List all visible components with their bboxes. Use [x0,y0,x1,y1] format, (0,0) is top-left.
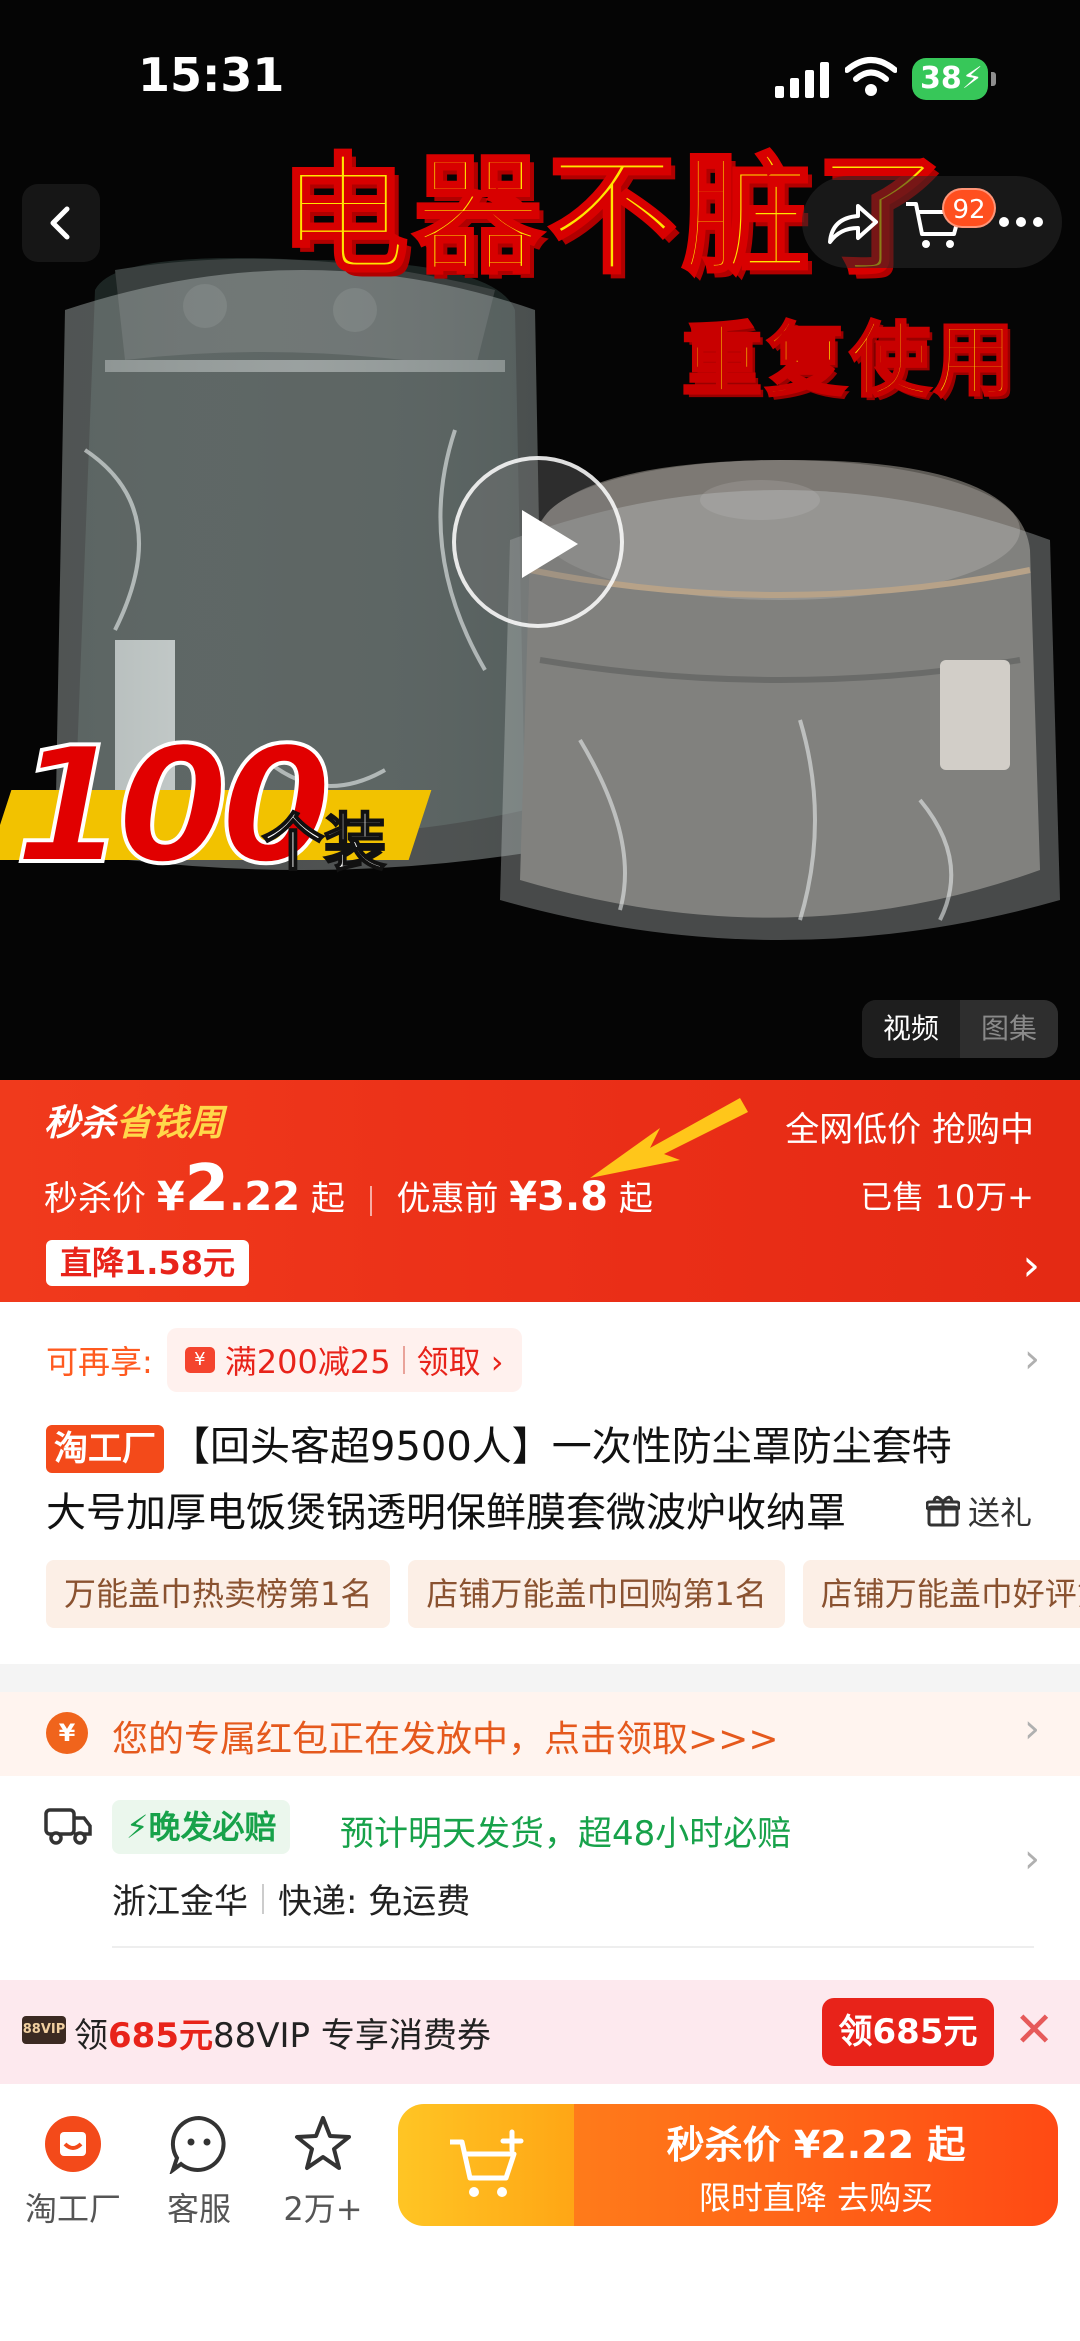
flash-tagline: 全网低价 抢购中 [785,1110,1034,1150]
chevron-right-icon[interactable]: › [1024,1336,1040,1382]
tab-video[interactable]: 视频 [862,1000,960,1058]
top-action-group: 92 [802,176,1062,268]
cellular-signal-icon [775,62,829,98]
customer-service-button[interactable]: 客服 [134,2114,264,2230]
coupon-claim[interactable]: 领取 › [417,1337,504,1383]
gift-icon [925,1495,960,1527]
tab-gallery[interactable]: 图集 [960,1000,1058,1058]
share-icon[interactable] [824,198,880,248]
chat-icon [169,2115,226,2176]
coupon-chip[interactable]: ¥ 满200减25 领取 › [166,1328,522,1392]
ranking-chips: 万能盖巾热卖榜第1名店铺万能盖巾回购第1名店铺万能盖巾好评第1名 [46,1560,1080,1628]
coupon-label: 可再享: [46,1343,153,1381]
shipping-section[interactable]: ⚡晚发必赔 预计明天发货，超48小时必赔 浙江金华 快递: 免运费 › [0,1776,1080,1986]
coupon-offer: 满200减25 [224,1343,391,1381]
buy-main[interactable]: 秒杀价 ¥2.22 起 限时直降 去购买 [574,2104,1058,2226]
hero-subline: 重复使用 [681,313,1018,409]
claim-vip-coupon-button[interactable]: 领685元 [822,1998,994,2066]
flash-sale-banner[interactable]: 秒杀省钱周 秒杀价 ¥2.22 起 优惠前 ¥3.8 起 全网低价 抢购中 已售… [0,1080,1080,1302]
coupon-icon: ¥ [184,1347,215,1373]
add-cart-icon [450,2129,524,2197]
battery-indicator: 38⚡ [912,58,996,100]
flash-price-row: 秒杀价 ¥2.22 起 优惠前 ¥3.8 起 [44,1152,653,1226]
late-compensation-badge: ⚡晚发必赔 [112,1800,291,1854]
flash-sale-logo: 秒杀省钱周 [44,1103,225,1144]
shipping-promise: 预计明天发货，超48小时必赔 [340,1814,792,1854]
vip-coupon-text: 领685元88VIP 专享消费券 [74,2016,491,2056]
chevron-right-icon: › [1024,1836,1040,1882]
favorite-button[interactable]: 2万+ [258,2114,388,2230]
rank-chip[interactable]: 万能盖巾热卖榜第1名 [46,1560,391,1628]
sold-count: 已售 10万+ [860,1178,1034,1216]
rank-chip[interactable]: 店铺万能盖巾回购第1名 [408,1560,785,1628]
product-title: 淘工厂 【回头客超9500人】一次性防尘罩防尘套特 大号加厚电饭煲锅透明保鲜膜套微… [46,1424,952,1536]
wifi-icon [845,57,897,96]
rank-chip[interactable]: 店铺万能盖巾好评第1名 [802,1560,1080,1628]
shipping-details: 浙江金华 快递: 免运费 [112,1874,470,1923]
chevron-left-icon [50,206,70,240]
ship-delivery: 快递: 免运费 [278,1882,471,1922]
vip-coupon-bar[interactable]: 88VIP 领685元88VIP 专享消费券 领685元 ✕ [0,1980,1080,2084]
add-to-cart-button[interactable] [398,2104,574,2226]
red-packet-text: 您的专属红包正在发放中，点击领取>>> [112,1719,779,1760]
ship-origin: 浙江金华 [112,1882,248,1922]
bottom-action-bar: 淘工厂 客服 2万+ 秒杀价 ¥2.22 起 限时直降 去购买 [0,2084,1080,2341]
product-info-card: 可再享: ¥ 满200减25 领取 › › 淘工厂 【回头客超9500人】一次性防… [0,1302,1080,1664]
more-options-icon[interactable] [998,212,1044,232]
status-bar: 15:31 38⚡ [0,0,1080,150]
cart-count-badge: 92 [942,188,996,228]
buy-now-button[interactable]: 秒杀价 ¥2.22 起 限时直降 去购买 [398,2104,1058,2226]
chevron-right-icon[interactable]: › [1022,1240,1040,1291]
price-drop-badge: 直降1.58元 [46,1240,249,1286]
pack-count-unit: 个装 [261,805,387,880]
divider [112,1946,1034,1948]
product-hero-media[interactable]: 15:31 38⚡ 电器不脏了 重复使用 100 个装 视频 图集 [0,0,1080,1080]
coin-icon: ¥ [46,1712,88,1754]
shop-button[interactable]: 淘工厂 [8,2114,138,2230]
play-video-button[interactable] [452,456,624,628]
shop-icon [45,2116,101,2172]
shop-tag: 淘工厂 [46,1425,164,1473]
vip-logo: 88VIP [22,2016,66,2044]
status-time: 15:31 [138,48,285,102]
close-icon[interactable]: ✕ [1014,2002,1054,2058]
gift-button[interactable]: 送礼 [925,1488,1032,1534]
red-packet-banner[interactable]: ¥ 您的专属红包正在发放中，点击领取>>> › [0,1692,1080,1776]
media-switch[interactable]: 视频 图集 [862,1000,1058,1058]
back-button[interactable] [22,184,100,262]
coupon-row[interactable]: 可再享: ¥ 满200减25 领取 › [46,1328,522,1392]
chevron-right-icon: › [1024,1706,1040,1752]
star-icon [295,2116,351,2170]
truck-icon [44,1808,92,1845]
